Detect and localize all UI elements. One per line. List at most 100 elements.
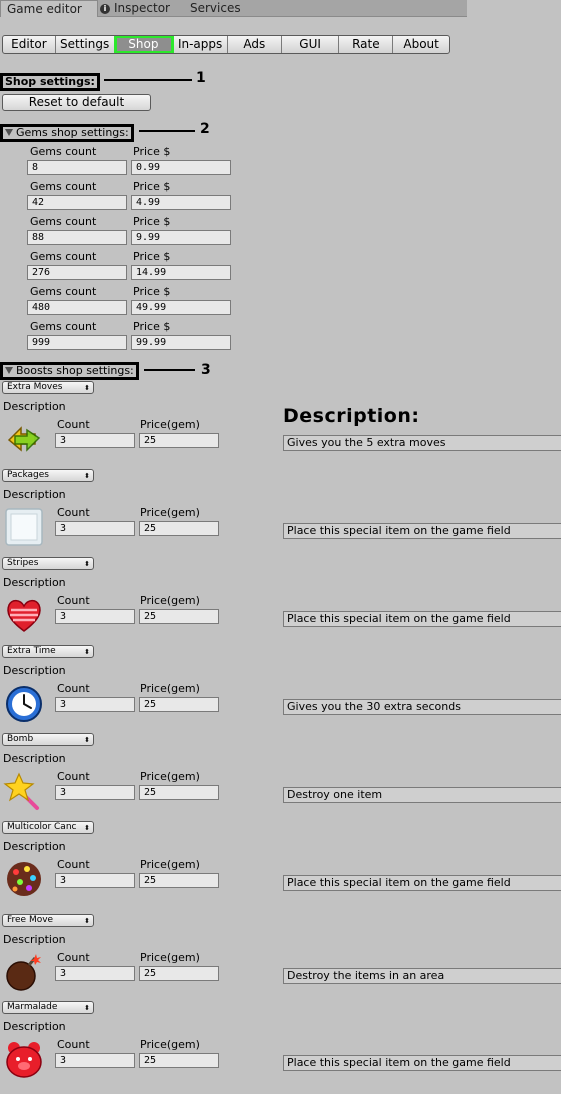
gems-count-field[interactable]: 42 <box>27 195 127 210</box>
tab-services[interactable]: Services <box>190 0 270 16</box>
boost-description-field[interactable]: Place this special item on the game fiel… <box>283 1055 561 1071</box>
boost-description-label: Description <box>3 400 66 413</box>
boost-price-field[interactable]: 25 <box>139 966 219 981</box>
boost-price-label: Price(gem) <box>140 770 200 783</box>
boost-type-dropdown[interactable]: Marmalade ⬍ <box>2 1001 94 1014</box>
boost-description-label: Description <box>3 840 66 853</box>
chevron-down-icon: ⬍ <box>84 472 90 480</box>
gems-price-field[interactable]: 99.99 <box>131 335 231 350</box>
gems-price-label: Price $ <box>133 180 171 193</box>
gems-count-field[interactable]: 999 <box>27 335 127 350</box>
boost-price-field[interactable]: 25 <box>139 1053 219 1068</box>
boost-price-field[interactable]: 25 <box>139 521 219 536</box>
boost-price-label: Price(gem) <box>140 1038 200 1051</box>
gems-shop-foldout[interactable]: Gems shop settings: <box>0 124 134 142</box>
toolbar-ads-button[interactable]: Ads <box>228 36 282 53</box>
gems-price-field[interactable]: 4.99 <box>131 195 231 210</box>
callout-line-2 <box>139 130 195 132</box>
toolbar-settings-button[interactable]: Settings <box>56 36 115 53</box>
boost-count-field[interactable]: 3 <box>55 966 135 981</box>
boosts-shop-foldout[interactable]: Boosts shop settings: <box>0 362 139 380</box>
boost-description-field[interactable]: Gives you the 5 extra moves <box>283 435 561 451</box>
gems-count-label: Gems count <box>30 145 97 158</box>
boost-price-label: Price(gem) <box>140 858 200 871</box>
foldout-triangle-icon <box>5 129 13 136</box>
gems-price-field[interactable]: 49.99 <box>131 300 231 315</box>
boost-description-field[interactable]: Destroy one item <box>283 787 561 803</box>
boost-count-field[interactable]: 3 <box>55 521 135 536</box>
callout-line-1 <box>104 79 192 81</box>
gems-price-label: Price $ <box>133 250 171 263</box>
chevron-down-icon: ⬍ <box>84 824 90 832</box>
gems-price-field[interactable]: 9.99 <box>131 230 231 245</box>
boost-description-label: Description <box>3 488 66 501</box>
multicolor-candy-icon <box>3 858 45 900</box>
callout-1: 1 <box>196 70 206 86</box>
tab-services-label: Services <box>190 1 241 15</box>
boost-description-label: Description <box>3 1020 66 1033</box>
boost-type-value: Bomb <box>7 734 34 744</box>
boost-count-field[interactable]: 3 <box>55 433 135 448</box>
boost-description-field[interactable]: Place this special item on the game fiel… <box>283 611 561 627</box>
boost-type-dropdown[interactable]: Stripes ⬍ <box>2 557 94 570</box>
chevron-down-icon: ⬍ <box>84 1004 90 1012</box>
tab-inspector[interactable]: i Inspector <box>100 0 180 16</box>
toolbar-rate-button[interactable]: Rate <box>339 36 394 53</box>
boost-description-field[interactable]: Destroy the items in an area <box>283 968 561 984</box>
tab-inspector-label: Inspector <box>114 1 170 15</box>
boost-type-value: Stripes <box>7 558 39 568</box>
toolbar-about-button[interactable]: About <box>393 36 449 53</box>
marmalade-bear-icon <box>3 1038 45 1080</box>
boost-count-field[interactable]: 3 <box>55 697 135 712</box>
boost-price-label: Price(gem) <box>140 594 200 607</box>
gems-count-field[interactable]: 8 <box>27 160 127 175</box>
chevron-down-icon: ⬍ <box>84 560 90 568</box>
gems-count-field[interactable]: 88 <box>27 230 127 245</box>
boost-price-field[interactable]: 25 <box>139 873 219 888</box>
gems-price-field[interactable]: 14.99 <box>131 265 231 280</box>
gems-count-field[interactable]: 276 <box>27 265 127 280</box>
boost-description-field[interactable]: Place this special item on the game fiel… <box>283 875 561 891</box>
tab-game-editor-label: Game editor <box>7 2 82 16</box>
boost-type-value: Free Move <box>7 915 54 925</box>
reset-to-default-button[interactable]: Reset to default <box>2 94 151 111</box>
chevron-down-icon: ⬍ <box>84 384 90 392</box>
gems-count-field[interactable]: 480 <box>27 300 127 315</box>
boost-type-dropdown[interactable]: Extra Moves ⬍ <box>2 381 94 394</box>
gems-shop-title: Gems shop settings: <box>16 126 129 139</box>
toolbar-gui-button[interactable]: GUI <box>282 36 340 53</box>
boost-price-field[interactable]: 25 <box>139 609 219 624</box>
callout-line-3 <box>144 369 195 371</box>
boost-description-label: Description <box>3 933 66 946</box>
boost-type-value: Multicolor Canc <box>7 822 77 832</box>
boost-type-dropdown[interactable]: Bomb ⬍ <box>2 733 94 746</box>
boost-price-label: Price(gem) <box>140 506 200 519</box>
callout-3: 3 <box>201 362 211 378</box>
boost-count-field[interactable]: 3 <box>55 1053 135 1068</box>
boost-type-value: Marmalade <box>7 1002 58 1012</box>
boost-price-field[interactable]: 25 <box>139 697 219 712</box>
boost-description-field[interactable]: Gives you the 30 extra seconds <box>283 699 561 715</box>
boost-count-field[interactable]: 3 <box>55 873 135 888</box>
boost-count-field[interactable]: 3 <box>55 609 135 624</box>
toolbar-inapps-button[interactable]: In-apps <box>173 36 228 53</box>
editor-toolbar: Editor Settings Shop In-apps Ads GUI Rat… <box>2 35 450 54</box>
gems-price-field[interactable]: 0.99 <box>131 160 231 175</box>
gems-count-label: Gems count <box>30 285 97 298</box>
boost-price-field[interactable]: 25 <box>139 785 219 800</box>
boost-type-value: Extra Moves <box>7 382 63 392</box>
boost-price-field[interactable]: 25 <box>139 433 219 448</box>
tab-game-editor[interactable]: Game editor <box>0 0 98 17</box>
boost-type-dropdown[interactable]: Packages ⬍ <box>2 469 94 482</box>
boost-type-dropdown[interactable]: Free Move ⬍ <box>2 914 94 927</box>
boost-count-field[interactable]: 3 <box>55 785 135 800</box>
callout-2: 2 <box>200 121 210 137</box>
package-icon <box>3 506 45 548</box>
boost-description-field[interactable]: Place this special item on the game fiel… <box>283 523 561 539</box>
boost-count-label: Count <box>57 770 90 783</box>
toolbar-editor-button[interactable]: Editor <box>3 36 56 53</box>
boost-type-dropdown[interactable]: Multicolor Canc ⬍ <box>2 821 94 834</box>
boost-type-dropdown[interactable]: Extra Time ⬍ <box>2 645 94 658</box>
boost-description-label: Description <box>3 576 66 589</box>
toolbar-shop-button[interactable]: Shop <box>113 36 175 53</box>
